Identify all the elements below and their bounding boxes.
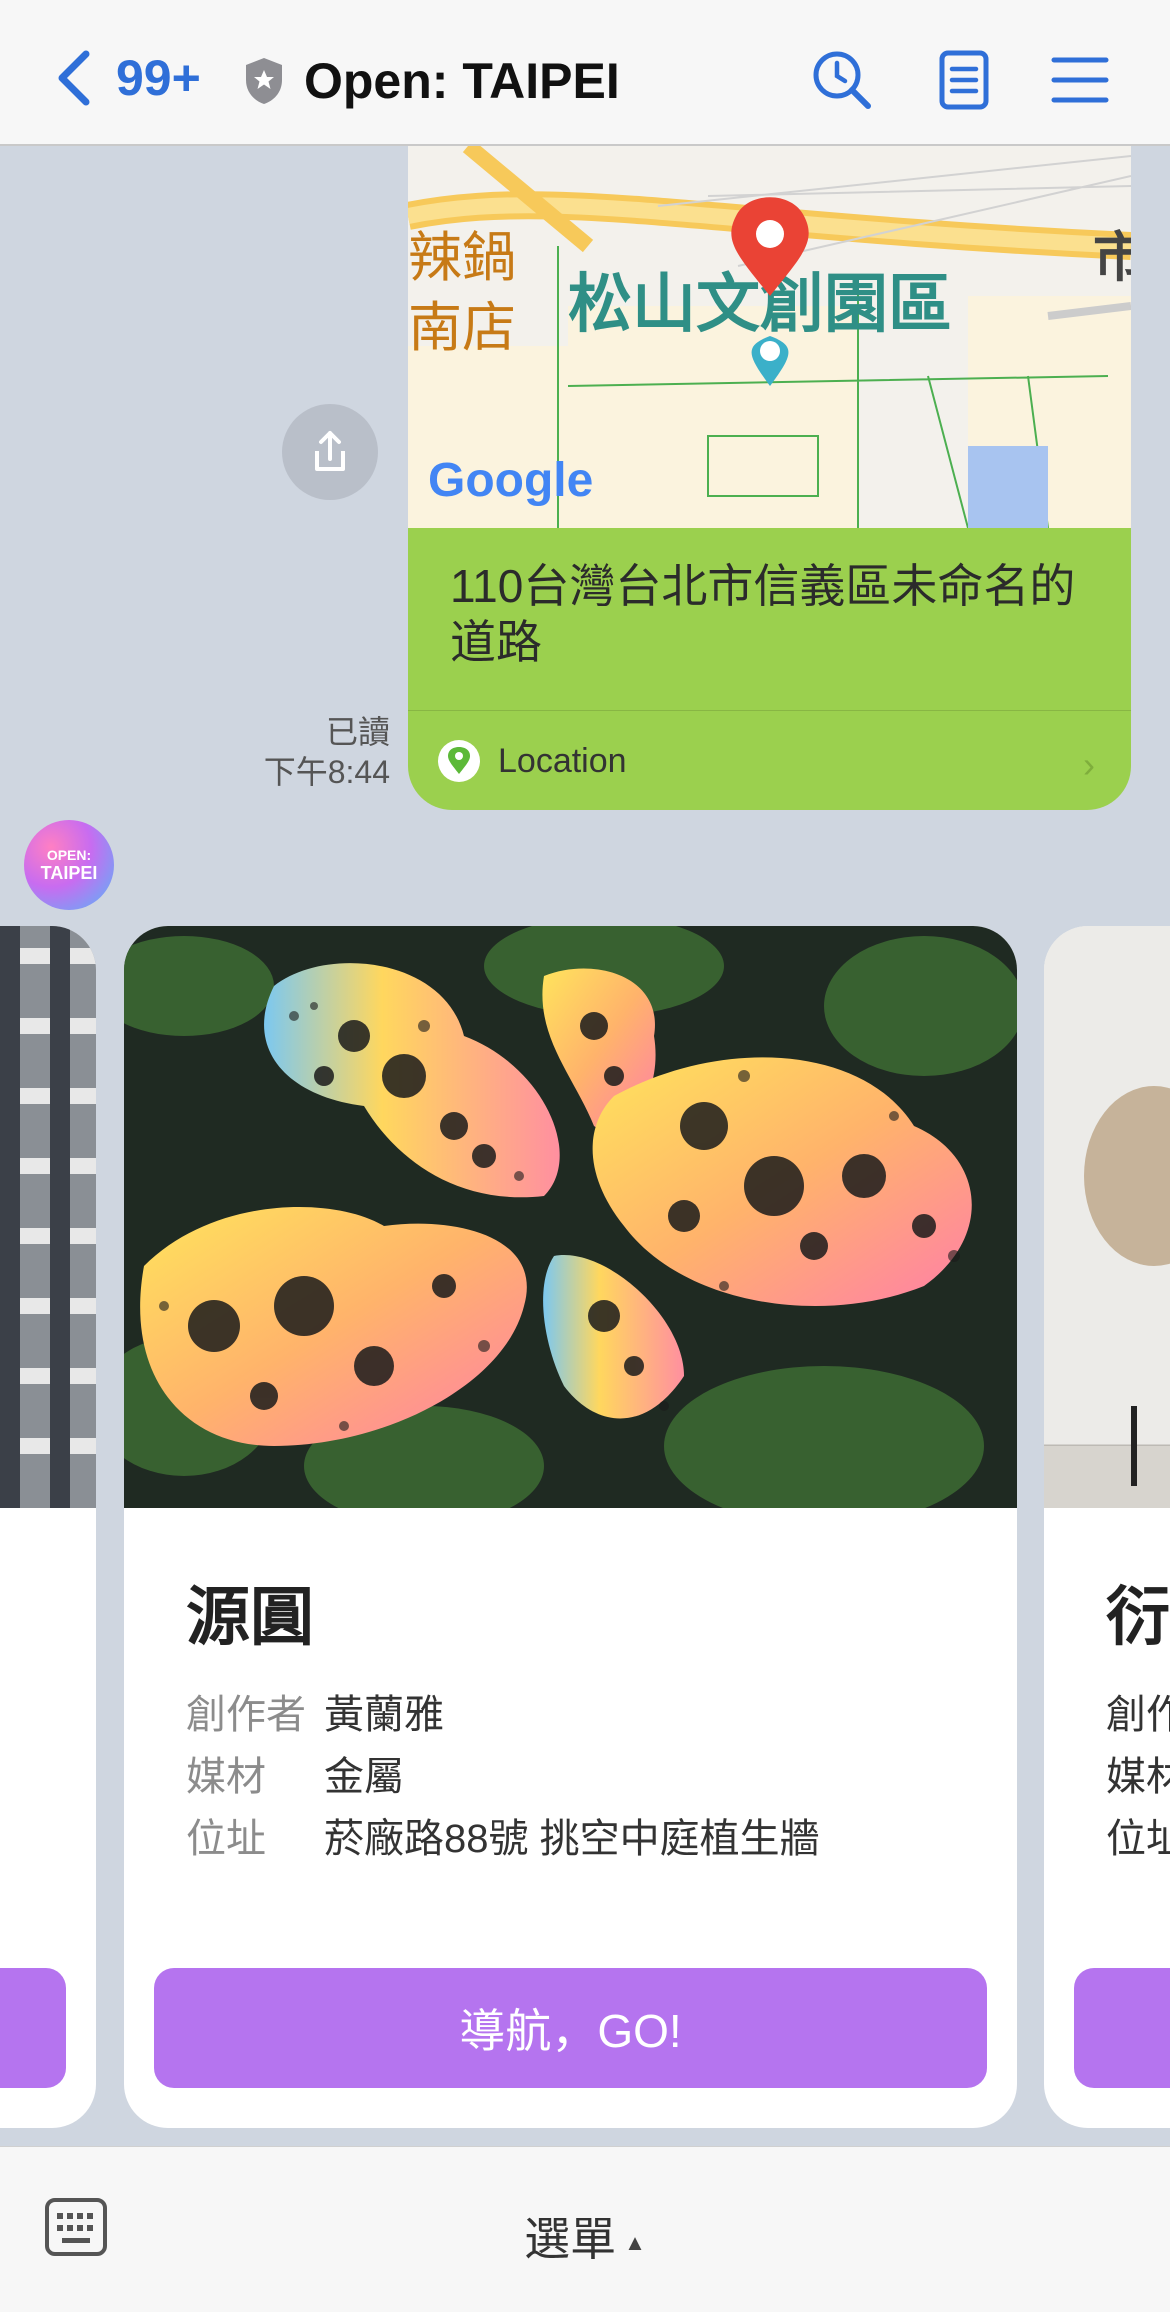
message-time: 下午8:44 [263, 754, 390, 790]
card-image [0, 926, 96, 1508]
share-button[interactable] [282, 404, 378, 500]
location-pin-icon [438, 740, 480, 782]
creator-label-next: 創作 [1106, 1693, 1170, 1737]
map-label-shop-1: 辣鍋 [408, 228, 516, 288]
menu-bar: 選單 ▲ [0, 2146, 1170, 2312]
navigate-button-next[interactable] [1074, 1968, 1170, 2088]
artwork-title: 源圓 [186, 1581, 314, 1653]
location-message[interactable]: 松山文創園區 辣鍋 南店 市 Google 110台灣台北市信義區未命名的道路 … [408, 146, 1131, 810]
avatar[interactable]: OPEN: TAIPEI [24, 820, 114, 910]
navigate-button[interactable]: 導航，GO! [154, 1968, 987, 2088]
medium-label-next: 媒材 [1106, 1755, 1170, 1799]
menu-icon[interactable] [1048, 48, 1112, 112]
location-address: 110台灣台北市信義區未命名的道路 [450, 560, 1076, 668]
carousel-card-next[interactable]: 衍 創作 媒材 位址 [1044, 926, 1170, 2128]
location-label: Location [498, 741, 627, 780]
menu-toggle[interactable]: 選單 ▲ [0, 2203, 1170, 2269]
navigate-button-previous[interactable] [0, 1968, 66, 2088]
chat-title: Open: TAIPEI [304, 53, 620, 109]
shield-icon [246, 58, 282, 104]
location-label: 位址 [186, 1817, 266, 1861]
artwork-title-next: 衍 [1106, 1581, 1170, 1653]
google-logo: Google [428, 454, 593, 507]
artwork-medium-row: 媒材 金屬 [186, 1744, 404, 1802]
creator-value: 黃蘭雅 [324, 1693, 444, 1737]
unread-count: 99+ [116, 50, 201, 106]
map-preview[interactable]: 松山文創園區 辣鍋 南店 市 Google [408, 146, 1131, 528]
back-button[interactable]: 99+ [50, 48, 201, 108]
read-status: 已讀 [325, 714, 390, 750]
carousel-card-previous[interactable] [0, 926, 96, 2128]
avatar-text-1: OPEN: [46, 846, 92, 863]
back-chevron-icon [58, 50, 90, 106]
notes-icon[interactable] [932, 48, 996, 112]
artwork-image [124, 926, 1017, 1508]
carousel-card-main[interactable]: 源圓 創作者 黃蘭雅 媒材 金屬 位址 菸廠路88號 挑空中庭植生牆 導航，GO! [124, 926, 1017, 2128]
artwork-creator-row: 創作者 黃蘭雅 [186, 1682, 444, 1740]
share-icon [315, 431, 345, 471]
avatar-text-2: TAIPEI [40, 862, 98, 883]
artwork-location-row: 位址 菸廠路88號 挑空中庭植生牆 [186, 1806, 820, 1864]
location-footer[interactable]: Location [438, 740, 627, 782]
chat-header: 99+ Open: TAIPEI [0, 0, 1170, 146]
read-receipt: 已讀 下午8:44 [264, 712, 390, 792]
map-label-shop-2: 南店 [408, 298, 516, 358]
location-label-next: 位址 [1106, 1817, 1170, 1861]
chevron-right-icon: › [1083, 744, 1095, 785]
location-value: 菸廠路88號 挑空中庭植生牆 [324, 1817, 820, 1861]
menu-label: 選單 [524, 2213, 617, 2265]
map-label-edge: 市 [1093, 228, 1131, 288]
location-divider [408, 710, 1131, 711]
medium-label: 媒材 [186, 1755, 266, 1799]
creator-label: 創作者 [186, 1693, 306, 1737]
map-image: 松山文創園區 辣鍋 南店 市 Google [408, 146, 1131, 528]
menu-arrow-icon: ▲ [624, 2229, 646, 2255]
search-history-icon[interactable] [810, 48, 874, 112]
card-image-next [1044, 926, 1170, 1508]
chat-area[interactable]: 松山文創園區 辣鍋 南店 市 Google 110台灣台北市信義區未命名的道路 … [0, 146, 1170, 2146]
medium-value: 金屬 [324, 1755, 404, 1799]
